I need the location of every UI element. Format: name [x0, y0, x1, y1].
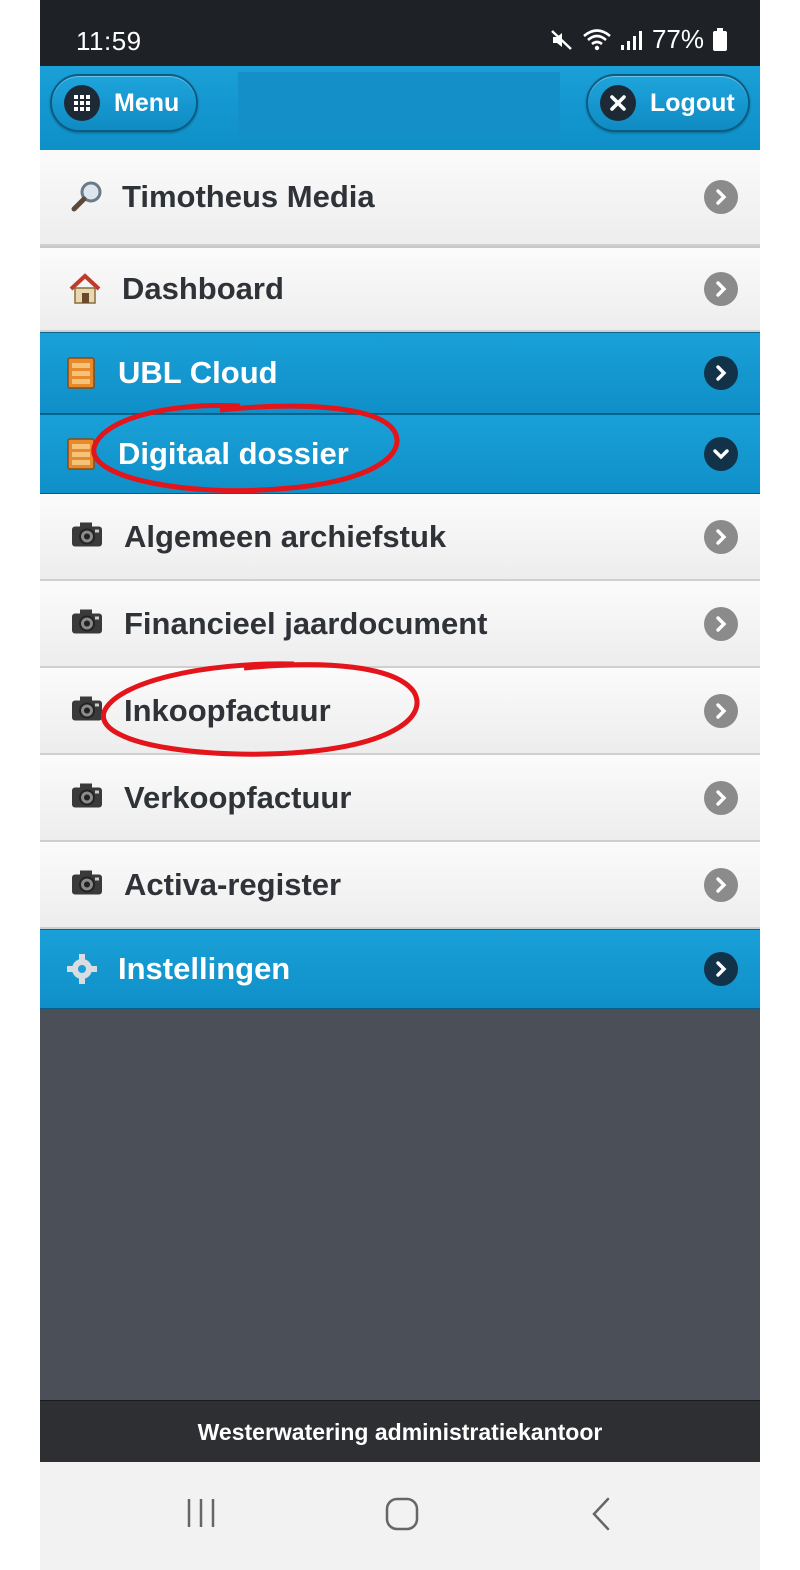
app-screen: 11:59 77% Menu Logout Timotheus Media Da… [40, 0, 760, 1570]
battery-percent: 77% [651, 24, 704, 54]
grid-icon [64, 85, 100, 121]
wifi-icon [583, 28, 611, 50]
menu-item-ubl-cloud[interactable]: UBL Cloud [40, 332, 760, 414]
camera-icon [70, 781, 104, 814]
status-icons: 77% [550, 24, 728, 55]
back-icon[interactable] [588, 1496, 614, 1532]
battery-icon [713, 27, 727, 51]
chevron-right-icon [704, 952, 738, 986]
status-bar: 11:59 77% [40, 0, 760, 66]
menu-item-label: Digitaal dossier [118, 436, 349, 471]
menu-item-label: UBL Cloud [118, 355, 278, 390]
menu-button[interactable]: Menu [50, 74, 198, 132]
close-icon [600, 85, 636, 121]
menu-item-dashboard[interactable]: Dashboard [40, 248, 760, 332]
camera-icon [70, 694, 104, 727]
submenu-item[interactable]: Financieel jaardocument [40, 581, 760, 668]
submenu-item-label: Financieel jaardocument [124, 605, 488, 641]
signal-icon [620, 30, 642, 50]
gear-icon [67, 954, 97, 984]
menu-button-label: Menu [114, 88, 180, 117]
submenu-item-label: Inkoopfactuur [124, 692, 331, 728]
submenu-item[interactable]: Inkoopfactuur [40, 668, 760, 755]
menu-item-digitaal-dossier[interactable]: Digitaal dossier [40, 414, 760, 494]
camera-icon [70, 868, 104, 901]
footer: Westerwatering administratiekantoor [40, 1400, 760, 1463]
system-nav-bar [40, 1462, 760, 1570]
menu-item-label: Timotheus Media [122, 179, 375, 214]
chevron-right-icon [704, 693, 738, 728]
magnifier-icon [71, 181, 102, 212]
chevron-right-icon [704, 780, 738, 815]
recent-apps-icon[interactable] [184, 1496, 218, 1530]
chevron-down-icon [704, 437, 738, 471]
logout-button-label: Logout [650, 88, 735, 117]
logout-button[interactable]: Logout [586, 74, 750, 132]
submenu-item-label: Verkoopfactuur [124, 779, 352, 815]
chevron-right-icon [704, 606, 738, 641]
header-title-area [238, 72, 560, 138]
menu-item-instellingen[interactable]: Instellingen [40, 929, 760, 1009]
chevron-right-icon [704, 272, 738, 306]
submenu-list: Algemeen archiefstuk Financieel jaardocum… [40, 494, 760, 929]
app-header: Menu Logout [40, 66, 760, 152]
submenu-item[interactable]: Activa-register [40, 842, 760, 929]
menu-item-label: Dashboard [122, 271, 284, 306]
submenu-item-label: Activa-register [124, 866, 342, 902]
cabinet-icon [67, 357, 95, 389]
cabinet-icon [67, 438, 95, 470]
chevron-right-icon [704, 180, 738, 214]
mute-icon [551, 29, 572, 50]
status-time: 11:59 [76, 26, 142, 56]
submenu-item[interactable]: Algemeen archiefstuk [40, 494, 760, 581]
menu-list: Timotheus Media Dashboard UBL Cloud Digi… [40, 150, 760, 1009]
home-icon[interactable] [384, 1496, 420, 1532]
chevron-right-icon [704, 519, 738, 554]
chevron-right-icon [704, 867, 738, 902]
camera-icon [70, 520, 104, 553]
chevron-right-icon [704, 356, 738, 390]
menu-item-label: Instellingen [118, 951, 291, 986]
submenu-item[interactable]: Verkoopfactuur [40, 755, 760, 842]
submenu-item-label: Algemeen archiefstuk [124, 518, 447, 554]
house-icon [69, 273, 101, 304]
menu-item-timotheus-media[interactable]: Timotheus Media [40, 150, 760, 246]
footer-text: Westerwatering administratiekantoor [197, 1418, 603, 1445]
camera-icon [70, 607, 104, 640]
